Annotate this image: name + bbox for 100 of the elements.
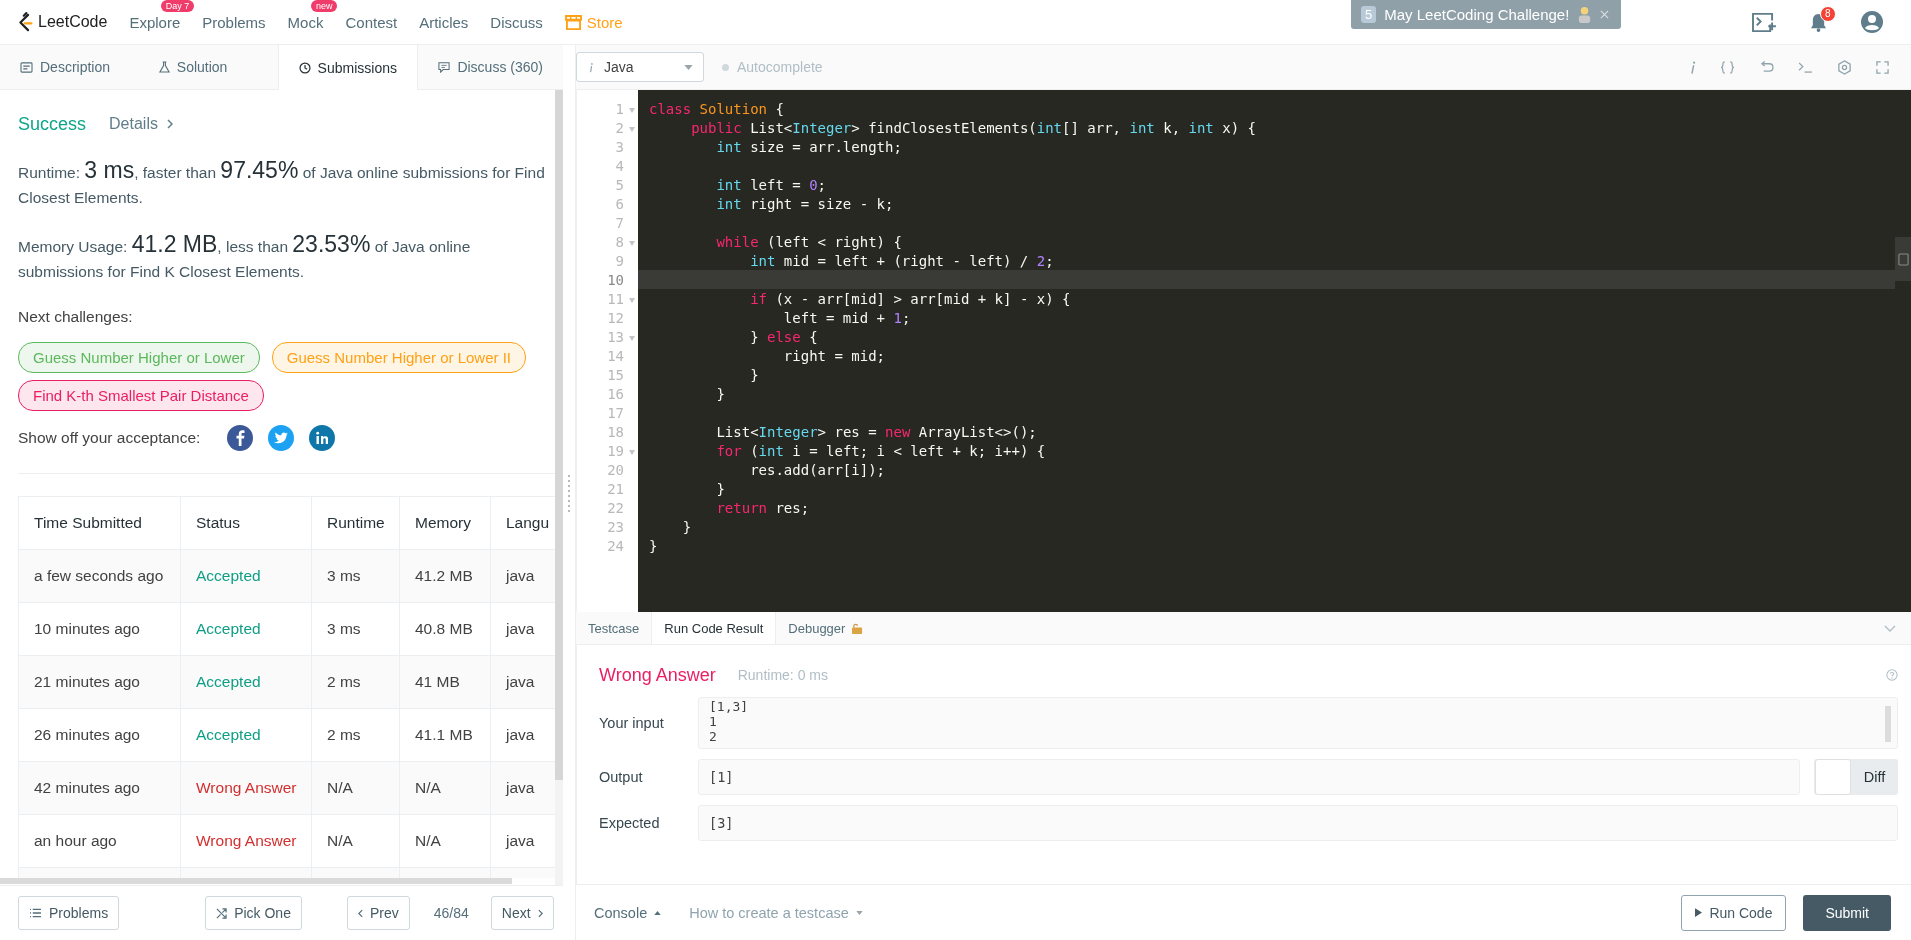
field-label: Your input — [599, 715, 665, 731]
table-cell: 3 ms — [311, 549, 400, 603]
next-button[interactable]: Next — [490, 896, 554, 930]
section-label: Next challenges: — [18, 308, 134, 326]
code-line: int mid = left + (right - left) / 2; — [749, 252, 1054, 269]
table-cell: 40.8 MB — [399, 602, 491, 656]
table-cell: java — [490, 761, 555, 815]
column-header: Runtime — [311, 496, 400, 550]
console-tab[interactable]: Testcase — [576, 612, 652, 644]
line-number: 18 — [607, 423, 625, 440]
column-header: Memory — [399, 496, 491, 550]
page-counter: 46/84 — [433, 905, 469, 921]
language-select[interactable]: Java — [576, 52, 704, 82]
table-cell: 2 ms — [311, 708, 400, 762]
table-cell: 41.1 MB — [399, 708, 491, 762]
run-code-button[interactable]: Run Code — [1681, 894, 1787, 931]
verdict-text: Wrong Answer — [599, 664, 716, 686]
console-tab[interactable]: Run Code Result — [651, 612, 777, 644]
status-link[interactable]: Accepted — [180, 602, 312, 656]
line-number: 23 — [607, 518, 625, 535]
brand-name[interactable]: LeetCode — [38, 13, 108, 31]
line-number: 21 — [607, 480, 625, 497]
code-line: for (int i = left; i < left + k; i++) { — [715, 442, 1046, 459]
line-number: 1 — [615, 100, 638, 117]
expected-box: [3] — [698, 805, 1898, 841]
table-cell: java — [490, 549, 555, 603]
panel-tab[interactable]: Description — [0, 45, 139, 89]
console-toggle[interactable]: Console — [594, 904, 662, 921]
line-number: 4 — [615, 157, 625, 174]
line-number: 2 — [615, 119, 638, 136]
status-link[interactable]: Accepted — [180, 708, 312, 762]
column-header: Status — [180, 496, 312, 550]
line-number: 13 — [607, 328, 638, 345]
code-line: left = mid + 1; — [782, 309, 911, 326]
submit-button[interactable]: Submit — [1803, 894, 1891, 931]
pick-one-button[interactable]: Pick One — [205, 896, 302, 930]
line-number: 3 — [615, 138, 625, 155]
input-line: [1,3] — [709, 699, 750, 714]
nav-link[interactable]: Discuss — [490, 13, 543, 31]
line-number: 6 — [615, 195, 625, 212]
notification-badge: 8 — [1820, 5, 1836, 22]
table-cell: 26 minutes ago — [18, 708, 181, 762]
nav-link[interactable]: Explore — [129, 13, 181, 31]
code-line: } — [715, 385, 725, 402]
line-number: 20 — [607, 461, 625, 478]
nav-link[interactable]: Problems — [202, 13, 266, 31]
code-line: int size = arr.length; — [715, 138, 902, 155]
line-number: 22 — [607, 499, 625, 516]
line-number: 17 — [607, 404, 625, 421]
code-line: public List<Integer> findClosestElements(int[] arr, int k, int x) { — [690, 119, 1256, 136]
nav-link[interactable]: Articles — [419, 13, 469, 31]
challenge-tag[interactable]: Find K-th Smallest Pair Distance — [18, 380, 264, 411]
code-line: right = mid; — [782, 347, 885, 364]
code-line: class Solution { — [649, 100, 784, 117]
line-number: 24 — [607, 537, 625, 554]
console-tab[interactable]: Debugger — [776, 612, 877, 644]
line-number: 12 — [607, 309, 625, 326]
table-cell: 42 minutes ago — [18, 761, 181, 815]
details-link[interactable]: Details — [109, 115, 158, 133]
line-number: 5 — [615, 176, 625, 193]
panel-tab[interactable]: Solution — [138, 45, 278, 89]
nav-link[interactable]: Mock — [287, 13, 324, 31]
stat-paragraph: Memory Usage: 41.2 MB, less than 23.53% of Java online submissions for Find K Closest Elements. — [18, 232, 472, 282]
line-number: 11 — [607, 290, 638, 307]
diff-toggle[interactable]: Diff — [1814, 759, 1898, 795]
line-number: 8 — [615, 233, 638, 250]
table-cell: 3 ms — [311, 602, 400, 656]
code-line: } — [649, 537, 658, 554]
panel-tab[interactable]: Discuss (360) — [418, 45, 563, 89]
problems-button[interactable]: Problems — [18, 896, 120, 930]
status-link[interactable]: Wrong Answer — [180, 814, 312, 868]
code-line: } — [749, 366, 759, 383]
runtime-text: Runtime: 0 ms — [737, 667, 828, 683]
field-label: Expected — [599, 815, 661, 831]
nav-link[interactable]: Contest — [345, 13, 398, 31]
stat-paragraph: Runtime: 3 ms, faster than 97.45% of Java online submissions for Find Closest Elements. — [18, 158, 546, 208]
line-number: 9 — [615, 252, 625, 269]
line-number: 16 — [607, 385, 625, 402]
input-line: 2 — [709, 729, 718, 744]
code-line: List<Integer> res = new ArrayList<>(); — [715, 423, 1037, 440]
status-link[interactable]: Accepted — [180, 655, 312, 709]
column-header: Time Submitted — [18, 496, 181, 550]
line-number: 19 — [607, 442, 638, 459]
line-number: 15 — [607, 366, 625, 383]
table-cell: N/A — [399, 761, 491, 815]
nav-badge: Day 7 — [160, 0, 195, 12]
table-cell: 21 minutes ago — [18, 655, 181, 709]
panel-tab[interactable]: Submissions — [277, 45, 419, 90]
table-cell: 41 MB — [399, 655, 491, 709]
status-link[interactable]: Accepted — [180, 549, 312, 603]
prev-button[interactable]: Prev — [346, 896, 410, 930]
result-status: Success — [18, 113, 87, 135]
code-line: if (x - arr[mid] > arr[mid + k] - x) { — [749, 290, 1071, 307]
output-box: [1] — [698, 759, 1800, 795]
line-number: 14 — [607, 347, 625, 364]
table-cell: 41.2 MB — [399, 549, 491, 603]
code-line: } — [681, 518, 692, 535]
input-line: 1 — [709, 714, 718, 729]
status-link[interactable]: Wrong Answer — [180, 761, 312, 815]
code-line: res.add(arr[i]); — [749, 461, 885, 478]
